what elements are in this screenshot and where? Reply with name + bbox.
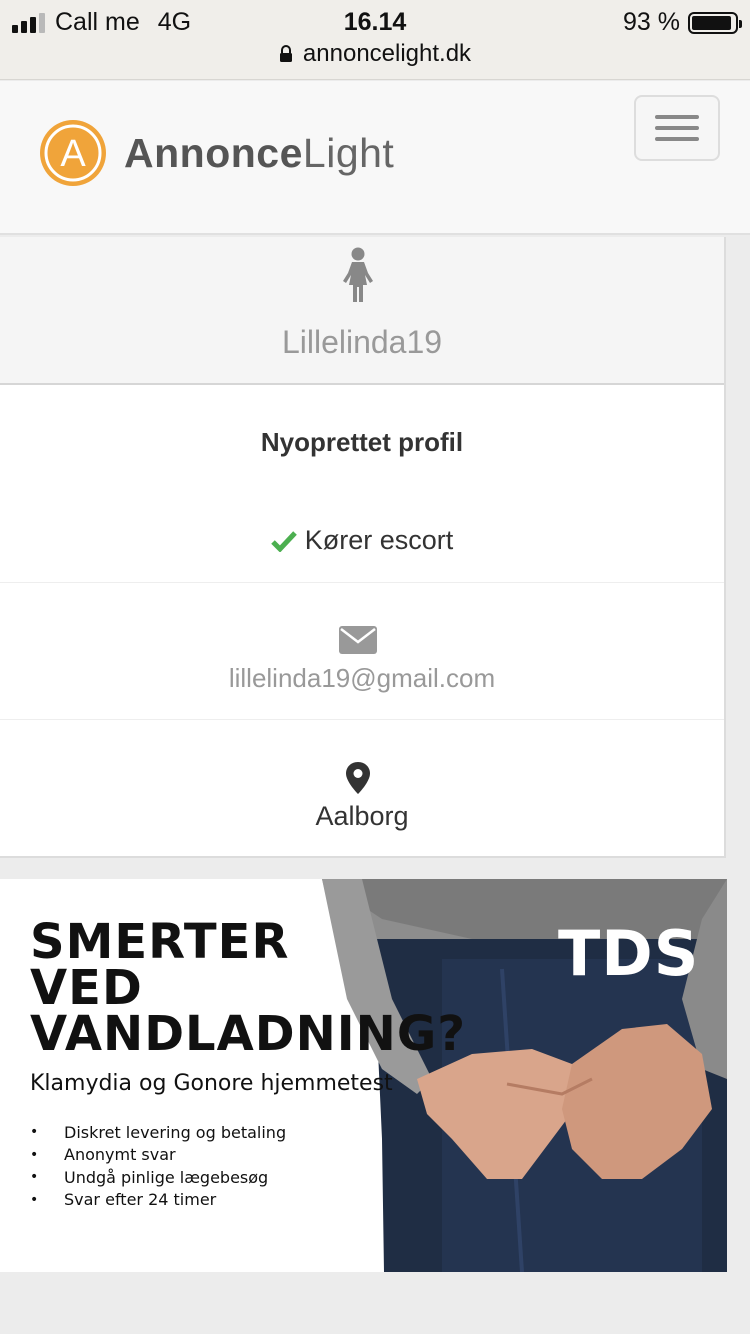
list-item: Undgå pinlige lægebesøg bbox=[30, 1166, 286, 1189]
ad-subtitle: Klamydia og Gonore hjemmetest bbox=[30, 1071, 393, 1096]
lock-icon bbox=[279, 45, 292, 62]
site-logo[interactable]: A AnnonceLight bbox=[38, 118, 394, 188]
profile-header: Lillelinda19 bbox=[0, 237, 724, 385]
escort-status: Kører escort bbox=[0, 525, 724, 556]
hamburger-menu-button[interactable] bbox=[634, 95, 720, 161]
address-bar[interactable]: annoncelight.dk bbox=[0, 40, 750, 68]
divider bbox=[0, 582, 724, 583]
logo-a-icon: A bbox=[40, 120, 106, 186]
menu-bar-icon bbox=[655, 126, 699, 130]
list-item: Svar efter 24 timer bbox=[30, 1189, 286, 1212]
ad-banner[interactable]: SMERTER VED VANDLADNING? Klamydia og Gon… bbox=[0, 879, 727, 1272]
profile-email-link[interactable]: lillelinda19@gmail.com bbox=[0, 663, 724, 694]
status-bar: Call me 4G 16.14 93 % annoncelight.dk bbox=[0, 0, 750, 80]
ad-bullet-list: Diskret levering og betaling Anonymt sva… bbox=[30, 1121, 286, 1211]
female-icon bbox=[343, 247, 373, 302]
profile-card: Lillelinda19 Nyoprettet profil Kører esc… bbox=[0, 237, 726, 858]
url-text: annoncelight.dk bbox=[302, 40, 472, 67]
battery-info: 93 % bbox=[623, 8, 742, 37]
menu-bar-icon bbox=[655, 115, 699, 119]
check-icon bbox=[270, 530, 297, 552]
profile-status-title: Nyoprettet profil bbox=[260, 427, 464, 457]
divider bbox=[0, 719, 724, 720]
svg-text:A: A bbox=[60, 133, 86, 175]
battery-icon bbox=[688, 11, 742, 34]
list-item: Diskret levering og betaling bbox=[30, 1121, 286, 1144]
site-header: A AnnonceLight bbox=[0, 81, 750, 235]
logo-wordmark: AnnonceLight bbox=[124, 129, 395, 176]
battery-percent: 93 % bbox=[623, 8, 680, 36]
ad-headline: SMERTER VED VANDLADNING? bbox=[30, 914, 467, 1062]
profile-username: Lillelinda19 bbox=[281, 324, 443, 360]
location-pin-icon bbox=[346, 762, 370, 794]
list-item: Anonymt svar bbox=[30, 1144, 286, 1167]
menu-bar-icon bbox=[655, 137, 699, 141]
envelope-icon[interactable] bbox=[339, 626, 377, 654]
profile-city: Aalborg bbox=[315, 801, 409, 831]
ad-brand-logo: TDS bbox=[558, 917, 700, 990]
escort-label: Kører escort bbox=[304, 525, 454, 555]
